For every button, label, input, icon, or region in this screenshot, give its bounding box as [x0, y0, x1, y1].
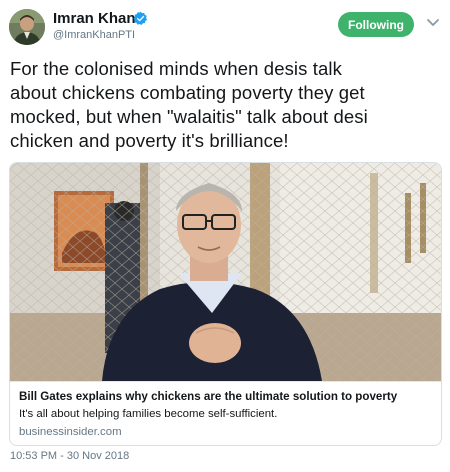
- card-photo-image: [10, 163, 441, 381]
- author-name[interactable]: Imran Khan: [53, 10, 136, 27]
- card-description: It's all about helping families become s…: [19, 408, 278, 420]
- following-button[interactable]: Following: [338, 12, 414, 37]
- tweet-text: For the colonised minds when desis talk …: [10, 58, 368, 151]
- avatar[interactable]: [9, 9, 45, 45]
- tweet-timestamp[interactable]: 10:53 PM - 30 Nov 2018: [10, 450, 129, 462]
- chevron-down-icon[interactable]: [426, 18, 440, 28]
- card-title[interactable]: Bill Gates explains why chickens are the…: [19, 390, 397, 403]
- author-handle[interactable]: @ImranKhanPTI: [53, 29, 135, 41]
- link-card[interactable]: Bill Gates explains why chickens are the…: [9, 162, 442, 446]
- tweet-header: Imran Khan @ImranKhanPTI Following: [0, 0, 450, 52]
- verified-badge-icon: [133, 11, 148, 25]
- card-domain: businessinsider.com: [19, 426, 122, 438]
- card-info: Bill Gates explains why chickens are the…: [10, 381, 441, 445]
- profile-photo-icon: [9, 9, 45, 45]
